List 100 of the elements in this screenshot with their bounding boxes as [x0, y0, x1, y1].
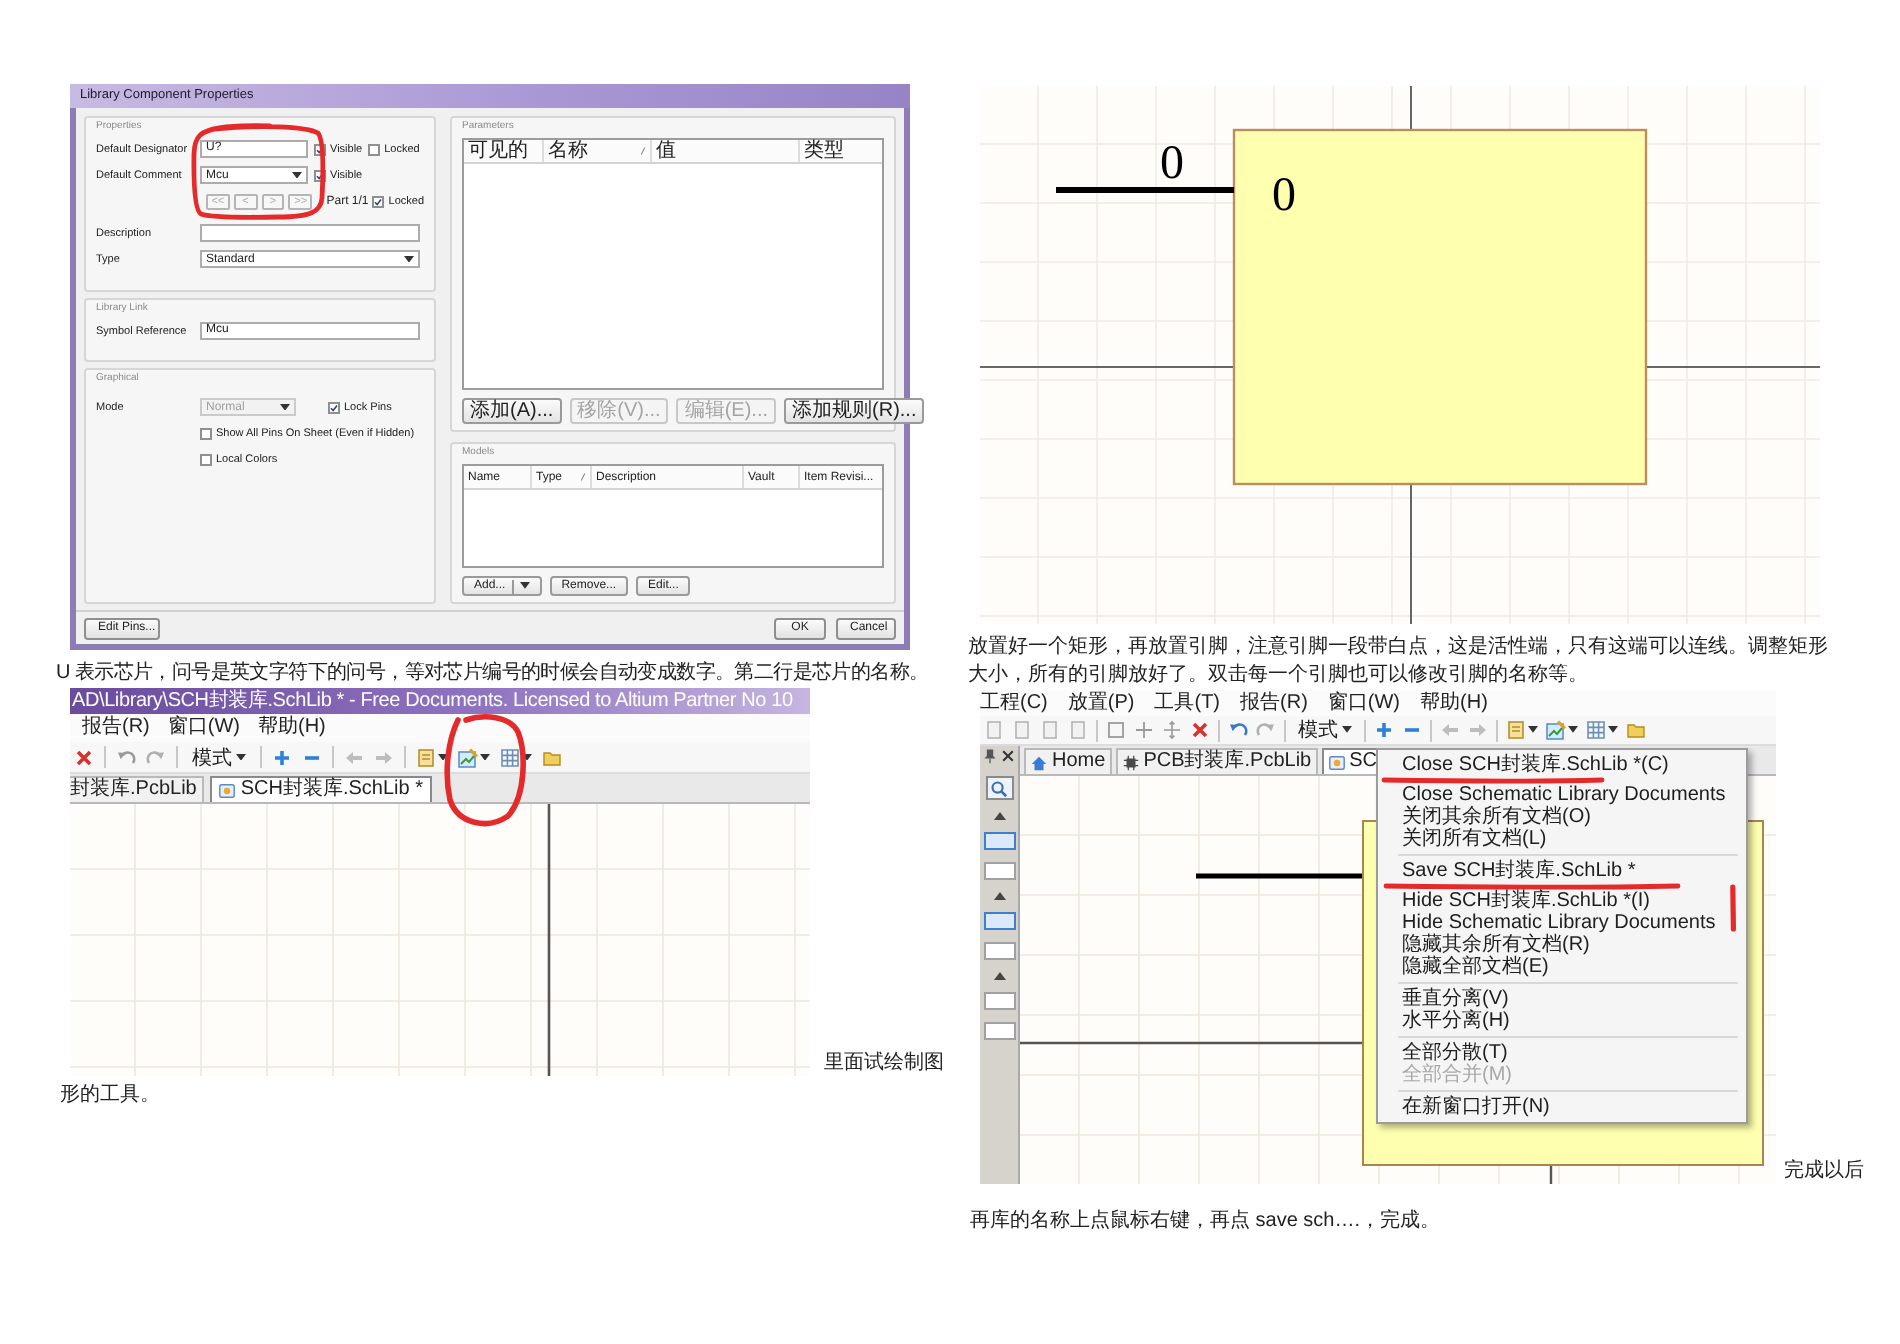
caret-icon — [438, 753, 448, 761]
menu-item[interactable]: 关闭其余所有文档(O) — [1402, 806, 1591, 828]
grid-icon[interactable] — [500, 747, 520, 767]
arrow-left-icon[interactable] — [344, 747, 364, 767]
axis-line — [1410, 483, 1412, 624]
menu-item[interactable]: 帮助(H) — [1420, 691, 1488, 715]
redo-icon[interactable] — [1256, 720, 1276, 740]
paragraph-text: 再库的名称上点鼠标右键，再点 save sch….，完成。 — [970, 1208, 1441, 1234]
undo-icon[interactable] — [1228, 720, 1248, 740]
checkbox[interactable] — [200, 453, 212, 465]
document-tab[interactable]: SCH封装库.SchLib * — [210, 776, 431, 802]
stroke-annotation — [1730, 884, 1736, 932]
menu-item[interactable]: 帮助(H) — [258, 716, 326, 740]
menu-item[interactable]: 报告(R) — [82, 716, 150, 740]
menu-item[interactable]: Save SCH封装库.SchLib * — [1402, 860, 1636, 882]
checkbox[interactable] — [372, 195, 385, 207]
square-icon[interactable] — [1106, 720, 1126, 740]
tick-icon — [374, 197, 383, 205]
checkbox[interactable] — [328, 401, 340, 413]
menu-item[interactable]: 窗口(W) — [167, 716, 240, 740]
redo-icon[interactable] — [146, 747, 166, 767]
move-icon[interactable] — [1162, 720, 1182, 740]
caret-up-icon[interactable] — [993, 972, 1005, 980]
checkbox[interactable] — [200, 427, 212, 439]
pin-name: 0 — [1272, 170, 1296, 222]
document-tab[interactable]: 封装库.PcbLib — [70, 776, 205, 802]
arrow-right-icon[interactable] — [374, 747, 394, 767]
caret-icon — [236, 753, 246, 761]
plus-icon[interactable] — [272, 747, 292, 767]
plus-icon[interactable] — [1134, 720, 1154, 740]
menu-item[interactable]: 隐藏全部文档(E) — [1402, 956, 1549, 978]
menu-item[interactable]: Hide Schematic Library Documents — [1402, 912, 1716, 934]
caret-icon — [1528, 726, 1538, 734]
zoom-icon — [990, 779, 1008, 797]
document-icon[interactable] — [416, 747, 436, 767]
chip-icon — [1121, 753, 1140, 771]
tick-icon — [316, 171, 324, 179]
folder-icon[interactable] — [542, 747, 562, 767]
panel-field[interactable] — [983, 832, 1015, 850]
menu-item[interactable]: 报告(R) — [1240, 691, 1308, 715]
plus-icon[interactable] — [1374, 720, 1394, 740]
window-title: AD\Library\SCH封装库.SchLib * - Free Documents. Licensed to Altium Partner No 10 — [70, 688, 810, 714]
caret-icon — [522, 753, 532, 761]
chart-pencil-icon[interactable] — [458, 747, 478, 767]
caret-icon — [404, 255, 414, 263]
paragraph-text: 完成以后 — [1784, 1158, 1864, 1184]
mode-dropdown[interactable]: 模式 — [1294, 716, 1356, 744]
zoom-button[interactable] — [985, 776, 1013, 800]
panel-field[interactable] — [983, 992, 1015, 1010]
column-header[interactable]: 类型 — [800, 140, 882, 162]
menu-item[interactable]: 关闭所有文档(L) — [1402, 828, 1547, 850]
menu-item[interactable]: 工程(C) — [980, 691, 1048, 715]
menu-item[interactable]: 窗口(W) — [1327, 691, 1401, 715]
caret-icon — [1342, 726, 1352, 734]
circle-annotation — [191, 123, 326, 220]
table-action-button[interactable]: 添加(A)... — [462, 398, 562, 424]
document-icon[interactable] — [1506, 720, 1526, 740]
input-field[interactable] — [200, 224, 420, 242]
menu-item[interactable]: 工具(T) — [1154, 691, 1221, 715]
cross-icon[interactable] — [74, 747, 94, 767]
menu-item[interactable]: 放置(P) — [1067, 691, 1135, 715]
mode-dropdown[interactable]: 模式 — [188, 743, 250, 771]
panel-field[interactable] — [983, 1022, 1015, 1040]
menu-item[interactable]: 水平分离(H) — [1402, 1010, 1510, 1032]
column-header[interactable]: 可见的 — [464, 140, 544, 162]
caret-up-icon[interactable] — [993, 892, 1005, 900]
menu-item[interactable]: Close Schematic Library Documents — [1402, 784, 1726, 806]
caret-up-icon[interactable] — [993, 812, 1005, 820]
column-header[interactable]: 值 — [652, 140, 800, 162]
schematic-document-icon — [218, 781, 237, 799]
undo-icon[interactable] — [116, 747, 136, 767]
column-header[interactable]: 名称 — [544, 140, 652, 162]
menu-item[interactable]: Hide SCH封装库.SchLib *(I) — [1402, 890, 1650, 912]
menu-item[interactable]: Close SCH封装库.SchLib *(C) — [1402, 754, 1669, 776]
panel-field[interactable] — [983, 912, 1015, 930]
close-icon[interactable] — [1000, 748, 1016, 764]
grid-icon[interactable] — [1586, 720, 1606, 740]
panel-field[interactable] — [983, 862, 1015, 880]
pin-icon[interactable] — [982, 748, 998, 764]
sort-icon — [580, 472, 586, 482]
caret-icon — [1608, 726, 1618, 734]
checkbox[interactable] — [368, 143, 381, 155]
schematic-document-icon — [1327, 753, 1346, 771]
table-action-button[interactable]: 添加规则(R)... — [784, 398, 925, 424]
pin-designator: 0 — [1160, 138, 1184, 190]
caret-icon — [292, 171, 302, 179]
menu-item[interactable]: 垂直分离(V) — [1402, 988, 1509, 1010]
chart-pencil-icon[interactable] — [1546, 720, 1566, 740]
folder-icon[interactable] — [1626, 720, 1646, 740]
document-tab[interactable]: PCB封装库.PcbLib — [1115, 748, 1318, 774]
arrow-left-icon[interactable] — [1440, 720, 1460, 740]
panel-field[interactable] — [983, 942, 1015, 960]
menu-item[interactable]: 在新窗口打开(N) — [1402, 1096, 1550, 1118]
menu-item[interactable]: 全部分散(T) — [1402, 1042, 1508, 1064]
circle-annotation — [444, 714, 526, 827]
document-tab[interactable]: Home — [1024, 748, 1112, 774]
cross-icon[interactable] — [1190, 720, 1210, 740]
caret-icon — [1568, 726, 1578, 734]
menu-item[interactable]: 隐藏其余所有文档(R) — [1402, 934, 1590, 956]
arrow-right-icon[interactable] — [1468, 720, 1488, 740]
